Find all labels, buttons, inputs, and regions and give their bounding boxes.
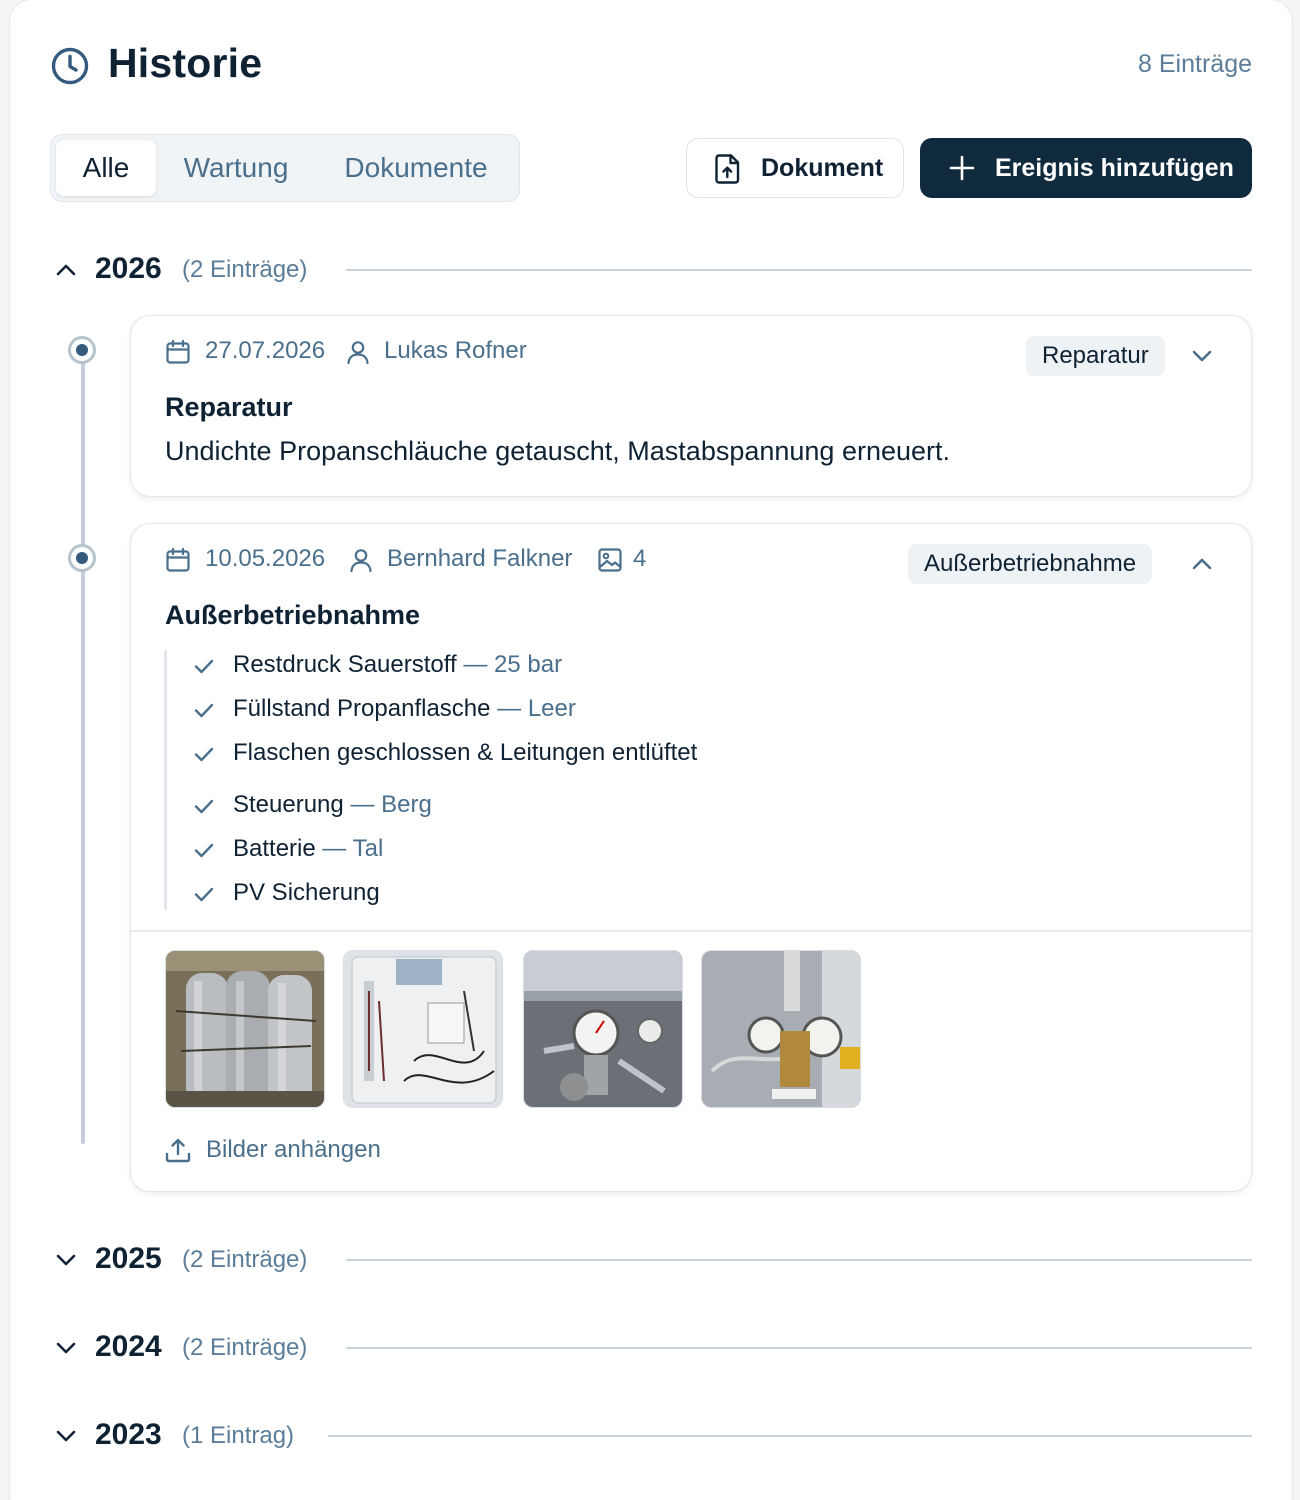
calendar-icon <box>165 547 191 573</box>
clock-icon <box>50 46 90 86</box>
checklist-item: Restdruck Sauerstoff — 25 bar <box>233 651 563 678</box>
check-icon <box>192 838 216 862</box>
user-icon <box>345 339 371 365</box>
upload-icon <box>164 1136 192 1164</box>
year-2024-chevron-down-icon[interactable] <box>53 1335 79 1361</box>
year-2026-chevron-up-icon[interactable] <box>53 257 79 283</box>
check-icon <box>192 698 216 722</box>
tab-alle[interactable]: Alle <box>56 140 156 196</box>
year-2023-count: (1 Eintrag) <box>182 1422 295 1449</box>
check-icon <box>192 654 216 678</box>
year-2024-count: (2 Einträge) <box>182 1334 308 1361</box>
year-2026-label[interactable]: 2026 <box>95 252 162 286</box>
year-divider <box>328 1435 1252 1437</box>
filter-tabs: Alle Wartung Dokumente <box>50 134 520 202</box>
entry-person: Bernhard Falkner <box>387 545 573 572</box>
add-event-button[interactable]: Ereignis hinzufügen <box>920 138 1252 198</box>
photo-thumbnail[interactable] <box>165 950 325 1108</box>
category-badge: Außerbetriebnahme <box>908 544 1153 584</box>
year-2025-count: (2 Einträge) <box>182 1246 308 1273</box>
expand-chevron-down-icon[interactable] <box>1189 343 1215 369</box>
check-icon <box>192 742 216 766</box>
document-button[interactable]: Dokument <box>686 138 904 198</box>
image-count: 4 <box>633 545 647 572</box>
checklist-item: PV Sicherung <box>233 879 380 906</box>
timeline-dot <box>68 336 96 364</box>
photo-thumbnail[interactable] <box>523 950 683 1108</box>
checklist-item: Füllstand Propanflasche — Leer <box>233 695 576 722</box>
image-icon <box>597 547 623 573</box>
add-event-button-label: Ereignis hinzufügen <box>995 154 1234 182</box>
photo-thumbnail[interactable] <box>701 950 861 1108</box>
plus-icon <box>948 154 976 182</box>
year-2025-chevron-down-icon[interactable] <box>53 1247 79 1273</box>
year-2025-label[interactable]: 2025 <box>95 1242 162 1276</box>
year-divider <box>346 1259 1252 1261</box>
page-title: Historie <box>108 40 263 86</box>
attach-images-label: Bilder anhängen <box>206 1136 381 1163</box>
year-2026-count: (2 Einträge) <box>182 256 308 283</box>
checklist-border <box>164 650 167 910</box>
check-icon <box>192 882 216 906</box>
checklist-item: Flaschen geschlossen & Leitungen entlüft… <box>233 739 698 766</box>
calendar-icon <box>165 339 191 365</box>
entry-date: 27.07.2026 <box>205 337 326 364</box>
entry-person: Lukas Rofner <box>384 337 527 364</box>
timeline-line <box>81 352 85 1144</box>
category-badge: Reparatur <box>1026 336 1165 376</box>
year-2023-chevron-down-icon[interactable] <box>53 1423 79 1449</box>
check-icon <box>192 794 216 818</box>
photo-thumbnail[interactable] <box>343 950 503 1108</box>
file-upload-icon <box>713 153 743 185</box>
entry-title: Reparatur <box>165 392 293 422</box>
entry-count: 8 Einträge <box>1138 50 1252 78</box>
year-2024-label[interactable]: 2024 <box>95 1330 162 1364</box>
tab-wartung[interactable]: Wartung <box>163 140 309 196</box>
entry-date: 10.05.2026 <box>205 545 326 572</box>
timeline-dot <box>68 544 96 572</box>
tab-dokumente[interactable]: Dokumente <box>321 140 511 196</box>
card-section-divider <box>131 930 1251 932</box>
checklist-item: Steuerung — Berg <box>233 791 432 818</box>
document-button-label: Dokument <box>761 154 884 182</box>
checklist-item: Batterie — Tal <box>233 835 384 862</box>
user-icon <box>348 547 374 573</box>
entry-description: Undichte Propanschläuche getauscht, Mast… <box>165 436 951 466</box>
year-divider <box>346 1347 1252 1349</box>
year-2023-label[interactable]: 2023 <box>95 1418 162 1452</box>
collapse-chevron-up-icon[interactable] <box>1189 551 1215 577</box>
year-divider <box>346 269 1252 271</box>
entry-title: Außerbetriebnahme <box>165 600 421 630</box>
